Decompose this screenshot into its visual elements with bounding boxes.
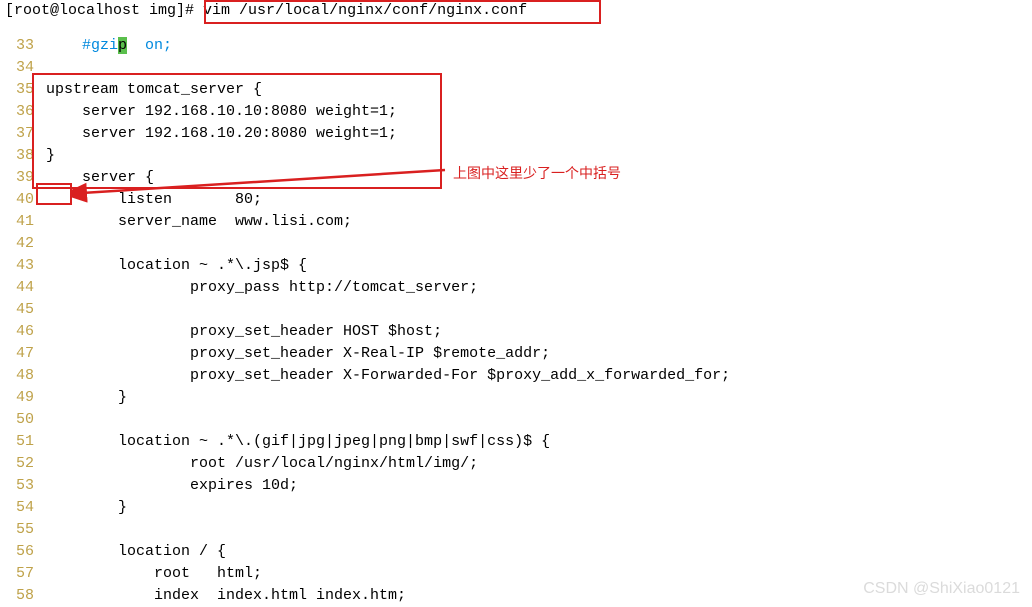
annotation-text: 上图中这里少了一个中括号	[453, 163, 621, 183]
line-number: 56	[0, 541, 46, 563]
line-number: 33	[0, 35, 46, 57]
line-number: 43	[0, 255, 46, 277]
line-number: 49	[0, 387, 46, 409]
prompt-hash: #	[185, 2, 194, 19]
line-number: 44	[0, 277, 46, 299]
line-number: 45	[0, 299, 46, 321]
line-number: 48	[0, 365, 46, 387]
code-content	[46, 519, 1032, 541]
code-line[interactable]: 41 server_name www.lisi.com;	[0, 211, 1032, 233]
code-content: listen 80;	[46, 189, 1032, 211]
line-number: 57	[0, 563, 46, 585]
code-line[interactable]: 46 proxy_set_header HOST $host;	[0, 321, 1032, 343]
code-content: expires 10d;	[46, 475, 1032, 497]
code-content: server 192.168.10.10:8080 weight=1;	[46, 101, 1032, 123]
code-content	[46, 409, 1032, 431]
line-number: 54	[0, 497, 46, 519]
line-number: 51	[0, 431, 46, 453]
code-line[interactable]: 44 proxy_pass http://tomcat_server;	[0, 277, 1032, 299]
code-line[interactable]: 50	[0, 409, 1032, 431]
code-line[interactable]: 47 proxy_set_header X-Real-IP $remote_ad…	[0, 343, 1032, 365]
line-number: 42	[0, 233, 46, 255]
code-content: server_name www.lisi.com;	[46, 211, 1032, 233]
line-number: 37	[0, 123, 46, 145]
prompt-user-host: [root@localhost img]	[5, 2, 185, 19]
code-line[interactable]: 56 location / {	[0, 541, 1032, 563]
code-line[interactable]: 42	[0, 233, 1032, 255]
line-number: 36	[0, 101, 46, 123]
code-line[interactable]: 45	[0, 299, 1032, 321]
line-number: 41	[0, 211, 46, 233]
code-content: server 192.168.10.20:8080 weight=1;	[46, 123, 1032, 145]
code-content	[46, 299, 1032, 321]
code-content: proxy_set_header HOST $host;	[46, 321, 1032, 343]
code-line[interactable]: 53 expires 10d;	[0, 475, 1032, 497]
line-number: 40	[0, 189, 46, 211]
code-content: }	[46, 387, 1032, 409]
code-line[interactable]: 33 #gzip on;	[0, 35, 1032, 57]
code-line[interactable]: 40 listen 80;	[0, 189, 1032, 211]
line-number: 46	[0, 321, 46, 343]
code-content: upstream tomcat_server {	[46, 79, 1032, 101]
code-line[interactable]: 51 location ~ .*\.(gif|jpg|jpeg|png|bmp|…	[0, 431, 1032, 453]
code-content: proxy_set_header X-Forwarded-For $proxy_…	[46, 365, 1032, 387]
code-line[interactable]: 48 proxy_set_header X-Forwarded-For $pro…	[0, 365, 1032, 387]
code-content: #gzip on;	[46, 35, 1032, 57]
code-content: proxy_set_header X-Real-IP $remote_addr;	[46, 343, 1032, 365]
line-number: 47	[0, 343, 46, 365]
line-number: 53	[0, 475, 46, 497]
code-content: root /usr/local/nginx/html/img/;	[46, 453, 1032, 475]
code-line[interactable]: 43 location ~ .*\.jsp$ {	[0, 255, 1032, 277]
line-number: 55	[0, 519, 46, 541]
code-line[interactable]: 54 }	[0, 497, 1032, 519]
code-content: proxy_pass http://tomcat_server;	[46, 277, 1032, 299]
code-line[interactable]: 49 }	[0, 387, 1032, 409]
watermark: CSDN @ShiXiao0121	[863, 580, 1020, 598]
code-line[interactable]: 52 root /usr/local/nginx/html/img/;	[0, 453, 1032, 475]
code-line[interactable]: 35upstream tomcat_server {	[0, 79, 1032, 101]
code-content	[46, 233, 1032, 255]
code-content: }	[46, 497, 1032, 519]
code-line[interactable]: 34	[0, 57, 1032, 79]
code-content: location ~ .*\.jsp$ {	[46, 255, 1032, 277]
line-number: 52	[0, 453, 46, 475]
line-number: 58	[0, 585, 46, 607]
line-number: 50	[0, 409, 46, 431]
code-line[interactable]: 55	[0, 519, 1032, 541]
line-number: 39	[0, 167, 46, 189]
line-number: 35	[0, 79, 46, 101]
line-number: 34	[0, 57, 46, 79]
line-number: 38	[0, 145, 46, 167]
code-line[interactable]: 36 server 192.168.10.10:8080 weight=1;	[0, 101, 1032, 123]
shell-prompt: [root@localhost img]# vim /usr/local/ngi…	[0, 0, 1032, 21]
editor-area[interactable]: 33 #gzip on;3435upstream tomcat_server {…	[0, 35, 1032, 607]
code-content: location ~ .*\.(gif|jpg|jpeg|png|bmp|swf…	[46, 431, 1032, 453]
code-line[interactable]: 37 server 192.168.10.20:8080 weight=1;	[0, 123, 1032, 145]
code-content	[46, 57, 1032, 79]
cursor-highlight: p	[118, 37, 127, 54]
prompt-command: vim /usr/local/nginx/conf/nginx.conf	[194, 2, 527, 19]
code-content: location / {	[46, 541, 1032, 563]
